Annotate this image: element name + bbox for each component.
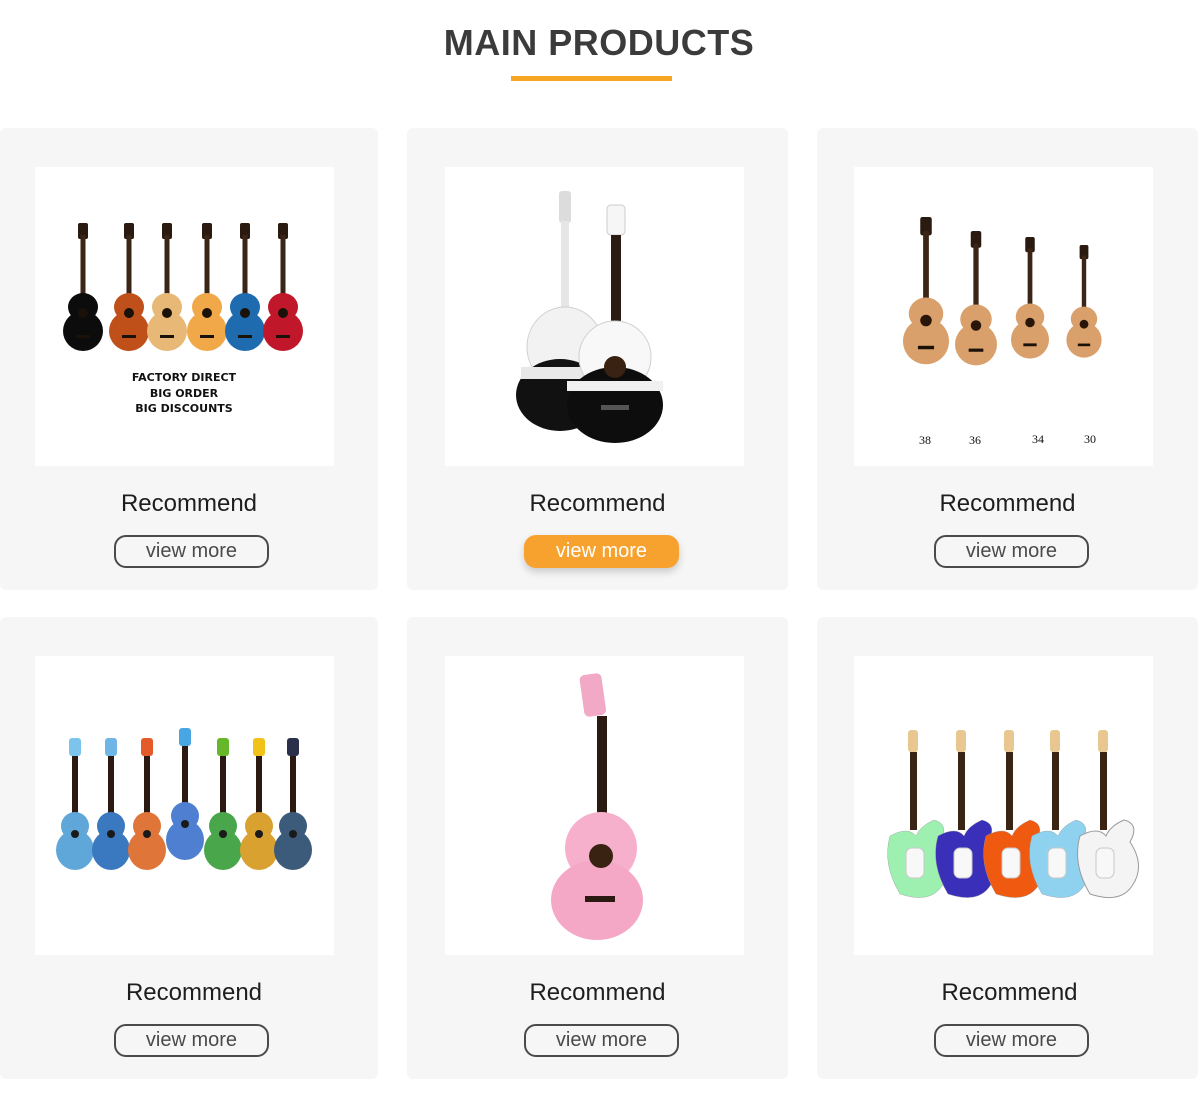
product-card: Recommend view more: [0, 617, 378, 1079]
view-more-button[interactable]: view more: [934, 1024, 1089, 1057]
product-card: FACTORY DIRECT BIG ORDER BIG DISCOUNTS R…: [0, 128, 378, 590]
view-more-button[interactable]: view more: [524, 535, 679, 568]
view-more-button[interactable]: view more: [114, 1024, 269, 1057]
view-more-button[interactable]: view more: [934, 535, 1089, 568]
product-image-pink-guitar[interactable]: [445, 656, 744, 955]
product-title: Recommend: [529, 490, 666, 517]
product-title: Recommend: [939, 490, 1076, 517]
ukuleles-icon: [56, 728, 312, 870]
product-card: Recommend view more: [817, 617, 1198, 1079]
title-underline: [511, 76, 672, 81]
product-title: Recommend: [120, 490, 258, 517]
view-more-button[interactable]: view more: [114, 535, 269, 568]
product-card: Recommend view more: [407, 617, 788, 1079]
svg-text:38: 38: [919, 433, 931, 447]
product-image-electric-guitars[interactable]: [854, 656, 1153, 955]
product-title: Recommend: [125, 979, 263, 1006]
product-card: 38 36 34 30 Recommend view more: [817, 128, 1198, 590]
product-card: Recommend view more: [407, 128, 788, 590]
acoustic-guitars-icon: FACTORY DIRECT BIG ORDER BIG DISCOUNTS: [63, 223, 303, 415]
product-image-black-white-guitars[interactable]: [445, 167, 744, 466]
svg-text:BIG ORDER: BIG ORDER: [150, 387, 219, 400]
svg-text:36: 36: [969, 433, 981, 447]
svg-text:FACTORY DIRECT: FACTORY DIRECT: [132, 371, 237, 384]
view-more-button[interactable]: view more: [524, 1024, 679, 1057]
pink-guitar-icon: [551, 673, 643, 940]
product-title: Recommend: [529, 979, 666, 1006]
product-title: Recommend: [941, 979, 1078, 1006]
svg-text:BIG DISCOUNTS: BIG DISCOUNTS: [135, 402, 233, 415]
product-image-ukuleles[interactable]: [35, 656, 334, 955]
svg-text:34: 34: [1032, 432, 1044, 446]
black-white-guitars-icon: [516, 191, 663, 443]
electric-guitars-icon: [887, 730, 1139, 899]
svg-text:30: 30: [1084, 432, 1096, 446]
natural-guitars-icon: 38 36 34 30: [903, 217, 1102, 447]
product-image-acoustic-guitars[interactable]: FACTORY DIRECT BIG ORDER BIG DISCOUNTS: [35, 167, 334, 466]
section-title: MAIN PRODUCTS: [443, 22, 755, 63]
product-image-natural-guitars[interactable]: 38 36 34 30: [854, 167, 1153, 466]
